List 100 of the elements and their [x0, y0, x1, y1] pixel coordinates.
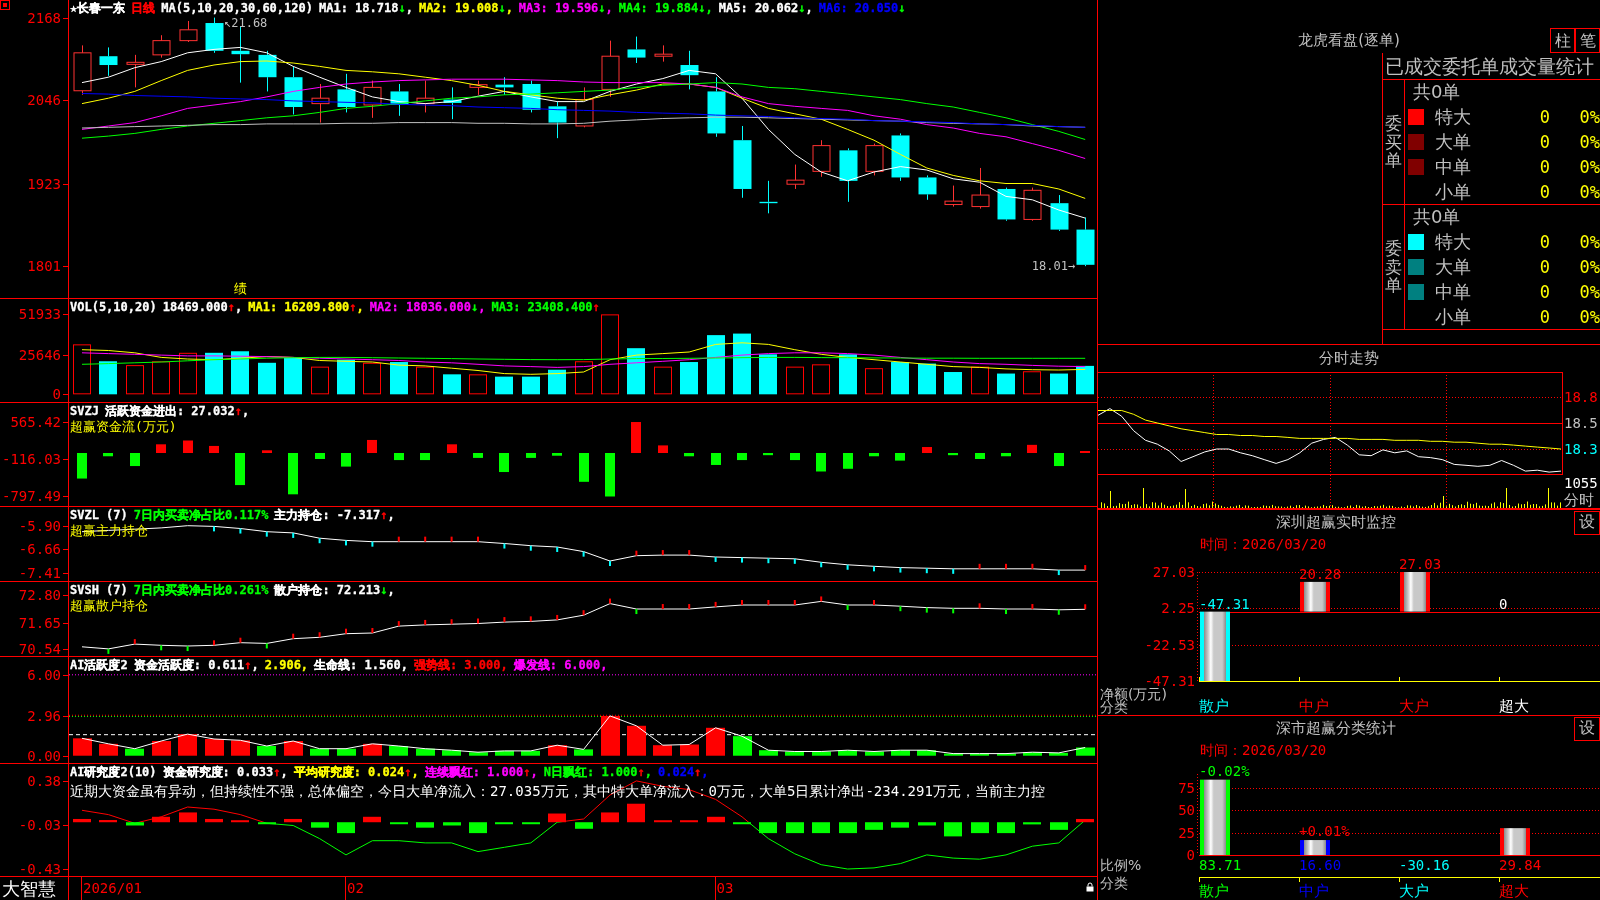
panel-title: 深市超赢分类统计: [1275, 719, 1397, 738]
axis-label: 2046: [27, 93, 61, 108]
legend-text: 资金研究度: 0.033↑,: [162, 765, 288, 779]
indicator-title: 超赢散户持仓: [70, 598, 148, 613]
axis-label: 27.03: [1151, 565, 1195, 579]
axis-label: 2.96: [27, 708, 61, 723]
legend-text: 主力持仓: -7.317↑,: [274, 508, 395, 522]
axis-label: -0.43: [18, 862, 61, 877]
legend-text: N日飘红: 1.000↑,: [543, 765, 652, 779]
legend-text: AI活跃度2: [70, 658, 128, 672]
axis-label: 18.5: [1564, 416, 1598, 431]
percent-value: 0%: [1578, 281, 1600, 302]
legend-text: 爆发线: 6.000,: [513, 658, 608, 672]
axis-label: -47.31: [1144, 674, 1195, 688]
date-label: 03: [716, 880, 734, 896]
axis-label: 6.00: [27, 667, 61, 682]
value-label: 20.28: [1299, 566, 1342, 582]
category-label: 散户: [1199, 884, 1229, 899]
row-label: 特大: [1435, 105, 1471, 130]
row-label: 大单: [1435, 255, 1471, 279]
axis-label: 0.38: [27, 773, 61, 788]
value-label: 16.60: [1299, 858, 1342, 873]
volume-label: 1055: [1564, 476, 1598, 491]
value-label: 27.03: [1399, 557, 1442, 572]
legend-text: SVZL (7): [70, 508, 128, 522]
legend-text: MA3: 19.596↓,: [518, 1, 613, 15]
change-label: -0.02%: [1199, 763, 1250, 779]
axis-title: 分类: [1100, 876, 1128, 891]
time-label: 时间：2026/03/20: [1199, 741, 1328, 759]
percent-value: 0%: [1578, 156, 1600, 177]
legend-text: 7日内买卖净占比0.261%: [133, 583, 269, 597]
axis-label: 75: [1177, 780, 1195, 795]
count-value: 0: [1538, 181, 1550, 202]
legend-text: ★长春一东: [70, 1, 126, 15]
value-label: -47.31: [1199, 596, 1250, 612]
legend-text: SVSH (7): [70, 583, 128, 597]
legend-text: MA2: 18036.000↓,: [369, 300, 486, 314]
axis-label: -5.90: [18, 518, 61, 533]
axis-label: 18.3: [1564, 441, 1598, 457]
price-annotation: ↖21.68: [224, 16, 268, 29]
value-label: 83.71: [1199, 858, 1242, 873]
axis-label: -6.66: [18, 542, 61, 557]
category-label: 中户: [1299, 699, 1329, 714]
legend-text: MA4: 19.884↓,: [618, 1, 713, 15]
change-label: +0.01%: [1299, 824, 1350, 840]
order-total: 共0单: [1412, 80, 1461, 105]
percent-value: 0%: [1578, 181, 1600, 202]
count-value: 0: [1538, 232, 1550, 253]
legend-text: SVZJ: [70, 404, 99, 418]
count-value: 0: [1538, 257, 1550, 277]
axis-label: 0: [1185, 848, 1195, 862]
axis-title: 净额(万元): [1100, 688, 1167, 701]
axis-label: 18.8: [1564, 390, 1598, 405]
panel-title: 分时走势: [1318, 348, 1380, 369]
axis-label: -22.53: [1143, 637, 1195, 652]
date-label: 2026/01: [83, 880, 142, 896]
row-label: 中单: [1435, 279, 1471, 304]
legend-text: MA6: 20.050↓: [818, 1, 906, 15]
value-label: 29.84: [1499, 858, 1542, 873]
category-label: 散户: [1199, 699, 1229, 714]
legend-text: 7日内买卖净占比0.117%: [133, 508, 269, 522]
price-annotation: 18.01→: [1031, 260, 1076, 273]
percent-value: 0%: [1578, 257, 1600, 277]
axis-label: 0.00: [27, 748, 61, 763]
legend-text: 生命线: 1.560,: [314, 658, 408, 672]
panel-title: 龙虎看盘(逐单): [1298, 31, 1400, 50]
axis-label: -7.41: [18, 565, 61, 580]
table-title: 已成交委托单成交量统计: [1383, 53, 1600, 80]
legend-text: 连续飘红: 1.000↑,: [424, 765, 538, 779]
category-label: 中户: [1299, 884, 1329, 899]
legend-text: 平均研究度: 0.024↑,: [293, 765, 419, 779]
row-label: 大单: [1435, 130, 1471, 154]
row-label: 小单: [1435, 179, 1471, 204]
count-value: 0: [1538, 281, 1550, 302]
legend-text: AI研究度2(10): [70, 765, 157, 779]
legend-text: 活跃资金进出: 27.032↑,: [104, 404, 250, 418]
percent-value: 0%: [1578, 232, 1600, 253]
category-label: 大户: [1399, 884, 1429, 899]
axis-label: 1923: [27, 176, 61, 191]
count-value: 0: [1538, 156, 1550, 177]
legend-text: 散户持仓: 72.213↓,: [274, 583, 395, 597]
row-label: 特大: [1435, 230, 1471, 255]
count-value: 0: [1538, 306, 1550, 327]
axis-label: 25646: [18, 347, 61, 362]
row-label: 小单: [1435, 304, 1471, 329]
axis-label: 2168: [27, 10, 61, 25]
percent-value: 0%: [1578, 107, 1600, 128]
legend-text: MA2: 19.008↓,: [418, 1, 513, 15]
percent-value: 0%: [1578, 132, 1600, 152]
legend-text: MA1: 18.718↓,: [318, 1, 413, 15]
time-label: 时间：2026/03/20: [1199, 535, 1328, 553]
app-name: 大智慧: [1, 878, 56, 899]
chart-caption: 分时: [1564, 492, 1594, 508]
axis-label: 565.42: [10, 415, 61, 430]
category-label: 超大: [1499, 884, 1529, 899]
group-label: 委卖单: [1385, 238, 1402, 296]
value-label: 0: [1499, 596, 1508, 612]
axis-title: 比例%: [1100, 858, 1142, 873]
legend-text: VOL(5,10,20): [70, 300, 157, 314]
category-label: 大户: [1399, 699, 1429, 714]
